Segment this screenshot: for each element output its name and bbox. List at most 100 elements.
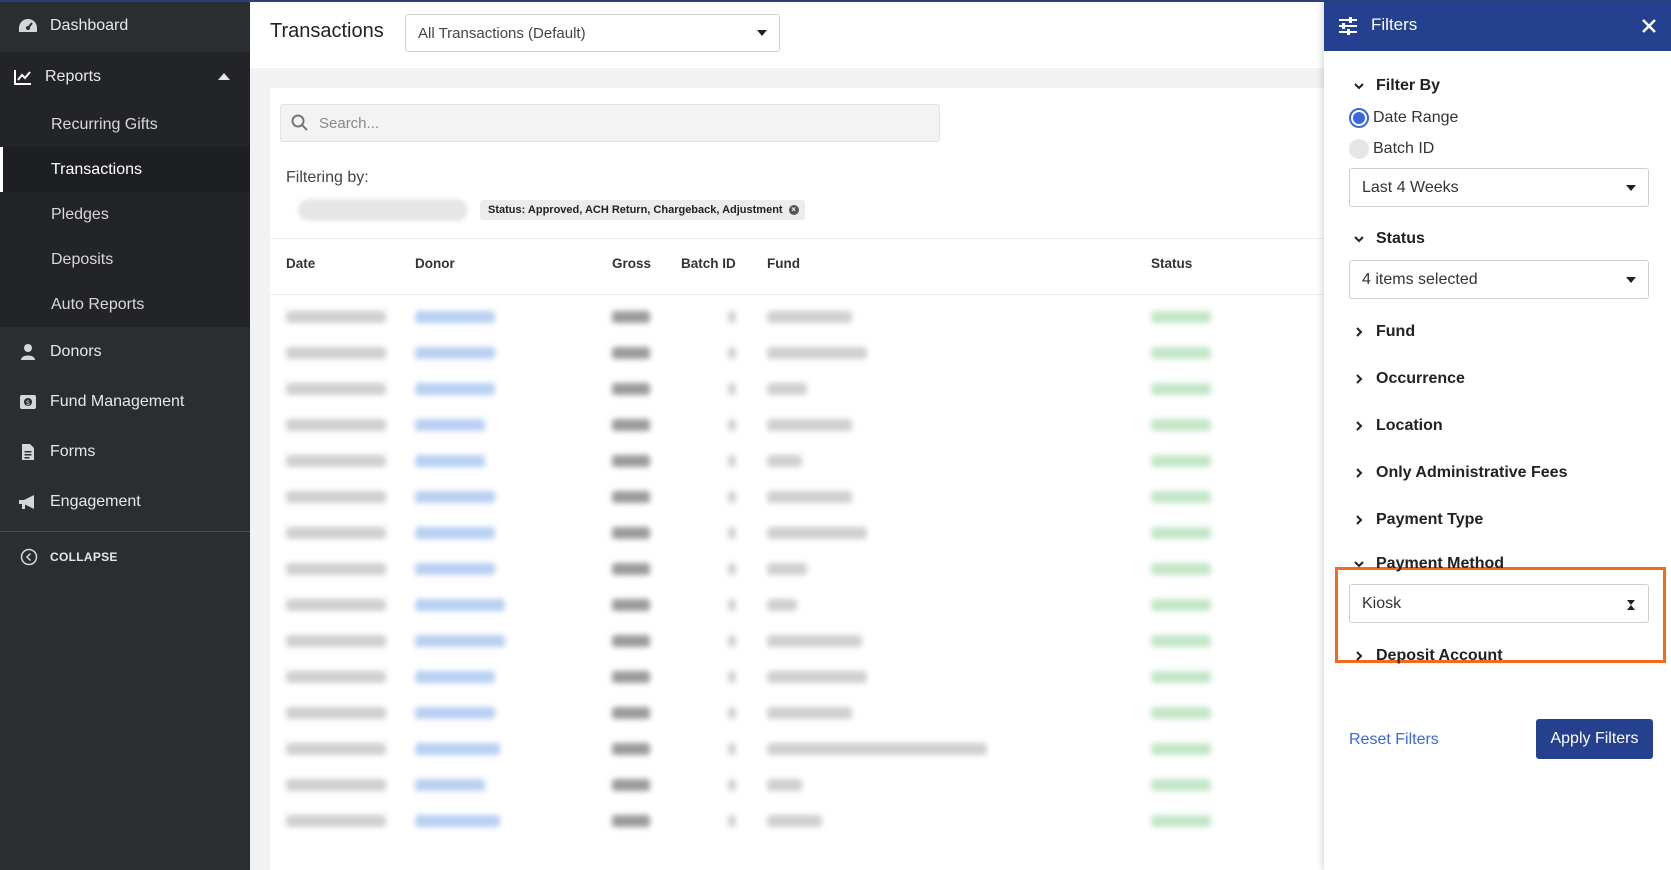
sidebar-subitem-pledges[interactable]: Pledges <box>0 192 250 237</box>
redacted-status <box>1151 563 1211 575</box>
redacted-fund <box>767 815 822 827</box>
redacted-status <box>1151 815 1211 827</box>
table-row[interactable] <box>270 478 1324 516</box>
redacted-batch-id <box>728 419 736 431</box>
table-row[interactable] <box>270 658 1324 696</box>
redacted-donor <box>415 599 505 611</box>
redacted-fund <box>767 527 867 539</box>
redacted-date <box>286 491 386 503</box>
redacted-gross <box>612 815 650 827</box>
redacted-gross <box>612 455 650 467</box>
sidebar-item-reports[interactable]: Reports <box>0 52 250 102</box>
table-header-divider <box>270 294 1324 295</box>
filtering-label: Filtering by: <box>286 169 369 186</box>
redacted-date <box>286 635 386 647</box>
section-label: Payment Method <box>1376 555 1505 572</box>
table-row[interactable] <box>270 514 1324 552</box>
table-row[interactable] <box>270 334 1324 372</box>
table-row[interactable] <box>270 298 1324 336</box>
filters-header: Filters <box>1324 0 1671 51</box>
redacted-donor <box>415 779 485 791</box>
redacted-gross <box>612 743 650 755</box>
redacted-date <box>286 599 386 611</box>
column-header-status[interactable]: Status <box>1151 256 1192 271</box>
column-header-date[interactable]: Date <box>286 256 315 271</box>
chevron-right-icon <box>1352 513 1366 527</box>
section-fund[interactable]: Fund <box>1352 323 1415 341</box>
reset-filters-link[interactable]: Reset Filters <box>1349 731 1439 749</box>
collapse-label: COLLAPSE <box>50 550 118 564</box>
redacted-gross <box>612 491 650 503</box>
sidebar-subitem-transactions[interactable]: Transactions <box>0 147 250 192</box>
table-row[interactable] <box>270 802 1324 840</box>
radio-batch-id[interactable]: Batch ID <box>1349 139 1434 159</box>
sidebar-divider <box>0 531 250 532</box>
column-header-gross[interactable]: Gross <box>612 256 651 271</box>
section-label: Occurrence <box>1376 370 1465 387</box>
sidebar-item-fund-management[interactable]: $ Fund Management <box>0 377 250 427</box>
section-payment-type[interactable]: Payment Type <box>1352 511 1483 529</box>
redacted-fund <box>767 347 867 359</box>
sidebar-subitem-recurring-gifts[interactable]: Recurring Gifts <box>0 102 250 147</box>
date-range-select[interactable]: Last 4 Weeks <box>1349 168 1649 207</box>
sidebar-item-donors[interactable]: Donors <box>0 327 250 377</box>
section-deposit-account[interactable]: Deposit Account <box>1352 647 1503 665</box>
payment-method-select[interactable]: Kiosk <box>1349 584 1649 623</box>
table-row[interactable] <box>270 622 1324 660</box>
chip-remove-icon[interactable]: × <box>788 205 799 215</box>
redacted-donor <box>415 563 495 575</box>
section-label: Location <box>1376 417 1443 434</box>
apply-filters-button[interactable]: Apply Filters <box>1536 719 1653 759</box>
status-multiselect[interactable]: 4 items selected <box>1349 260 1649 299</box>
table-row[interactable] <box>270 406 1324 444</box>
redacted-status <box>1151 671 1211 683</box>
table-row[interactable] <box>270 442 1324 480</box>
sidebar-subitem-deposits[interactable]: Deposits <box>0 237 250 282</box>
table-row[interactable] <box>270 586 1324 624</box>
section-label: Payment Type <box>1376 511 1484 528</box>
status-filter-chip[interactable]: Status: Approved, ACH Return, Chargeback… <box>480 200 805 220</box>
collapse-button[interactable]: COLLAPSE <box>0 540 250 574</box>
redacted-fund <box>767 707 852 719</box>
redacted-status <box>1151 707 1211 719</box>
redacted-gross <box>612 527 650 539</box>
section-location[interactable]: Location <box>1352 417 1443 435</box>
column-header-batch-id[interactable]: Batch ID <box>681 256 736 271</box>
user-icon <box>18 342 38 362</box>
section-label: Filter By <box>1376 77 1441 94</box>
filters-title: Filters <box>1371 15 1418 34</box>
sidebar-item-forms[interactable]: Forms <box>0 427 250 477</box>
redacted-fund <box>767 311 852 323</box>
table-row[interactable] <box>270 550 1324 588</box>
report-view-select[interactable]: All Transactions (Default) <box>405 14 780 52</box>
redacted-batch-id <box>728 563 736 575</box>
column-header-donor[interactable]: Donor <box>415 256 455 271</box>
redacted-fund <box>767 455 802 467</box>
search-input[interactable]: Search... <box>280 104 940 142</box>
radio-date-range[interactable]: Date Range <box>1349 108 1458 128</box>
redacted-fund <box>767 491 852 503</box>
section-filter-by[interactable]: Filter By <box>1352 77 1440 95</box>
redacted-status <box>1151 311 1211 323</box>
column-header-fund[interactable]: Fund <box>767 256 800 271</box>
redacted-date <box>286 527 386 539</box>
section-payment-method[interactable]: Payment Method <box>1352 555 1504 573</box>
redacted-date <box>286 383 386 395</box>
section-admin-fees[interactable]: Only Administrative Fees <box>1352 464 1567 482</box>
sidebar-subitem-auto-reports[interactable]: Auto Reports <box>0 282 250 327</box>
section-status[interactable]: Status <box>1352 230 1425 248</box>
section-occurrence[interactable]: Occurrence <box>1352 370 1465 388</box>
redacted-status <box>1151 779 1211 791</box>
table-row[interactable] <box>270 694 1324 732</box>
table-row[interactable] <box>270 730 1324 768</box>
caret-down-icon <box>1626 276 1636 283</box>
table-row[interactable] <box>270 766 1324 804</box>
sidebar-item-engagement[interactable]: Engagement <box>0 477 250 527</box>
redacted-donor <box>415 383 495 395</box>
redacted-status <box>1151 419 1211 431</box>
redacted-fund <box>767 383 807 395</box>
sidebar-item-dashboard[interactable]: Dashboard <box>0 0 250 52</box>
close-icon[interactable] <box>1639 16 1659 36</box>
table-row[interactable] <box>270 370 1324 408</box>
redacted-gross <box>612 383 650 395</box>
